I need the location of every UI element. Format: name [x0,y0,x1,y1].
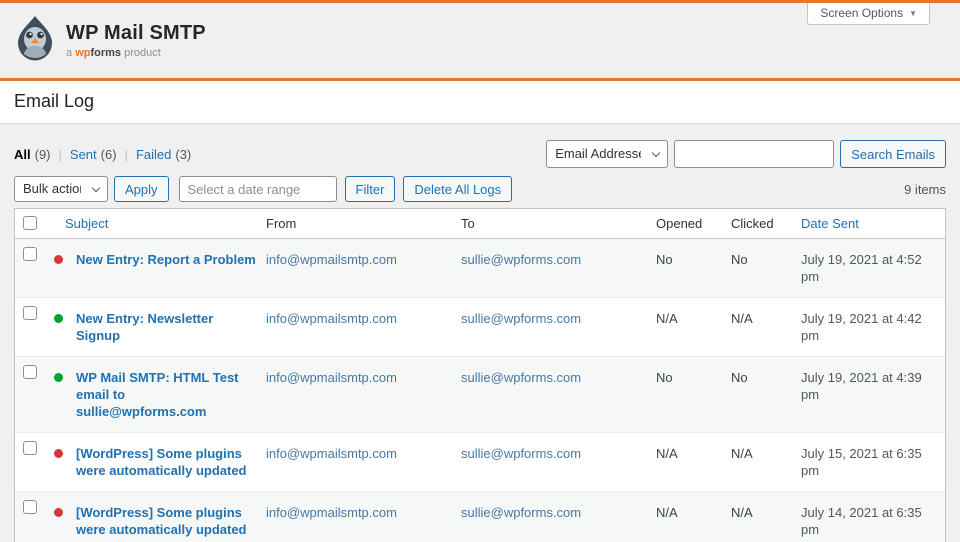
search-emails-button[interactable]: Search Emails [840,140,946,168]
from-email: info@wpmailsmtp.com [266,357,461,433]
from-email: info@wpmailsmtp.com [266,433,461,492]
filter-button[interactable]: Filter [345,176,396,202]
date-sent-value: July 14, 2021 at 6:35 pm [801,492,945,542]
page-title-bar: Email Log [0,81,960,124]
opened-value: No [656,239,731,298]
sort-subject-header[interactable]: Subject [65,216,108,231]
view-failed-count: (3) [175,147,191,162]
opened-value: N/A [656,433,731,492]
clicked-header: Clicked [731,209,801,239]
search-input[interactable] [674,140,834,168]
to-email: sullie@wpforms.com [461,239,656,298]
date-sent-value: July 19, 2021 at 4:42 pm [801,298,945,357]
table-row: New Entry: Report a Problem info@wpmails… [15,239,945,298]
table-row: [WordPress] Some plugins were automatica… [15,492,945,542]
chevron-down-icon: ▼ [909,9,917,18]
from-email: info@wpmailsmtp.com [266,298,461,357]
screen-options-button[interactable]: Screen Options ▼ [807,3,930,25]
status-dot-icon [54,373,63,382]
to-email: sullie@wpforms.com [461,433,656,492]
search-box: Email Addresses Search Emails [546,140,946,168]
tagline-wp: wp [75,47,90,59]
opened-value: N/A [656,298,731,357]
tagline-forms: forms [90,47,121,59]
select-all-checkbox[interactable] [23,216,37,230]
opened-header: Opened [656,209,731,239]
view-failed-link[interactable]: Failed [136,147,171,162]
plugin-title: WP Mail SMTP [66,22,206,45]
date-sent-value: July 15, 2021 at 6:35 pm [801,433,945,492]
from-header: From [266,209,461,239]
delete-all-logs-button[interactable]: Delete All Logs [403,176,512,202]
to-email: sullie@wpforms.com [461,298,656,357]
tagline-prefix: a [66,47,72,59]
table-row: New Entry: Newsletter Signup info@wpmail… [15,298,945,357]
view-filter-all: All (9) [14,147,51,162]
from-email: info@wpmailsmtp.com [266,492,461,542]
page-title: Email Log [14,91,946,112]
clicked-value: N/A [731,492,801,542]
clicked-value: N/A [731,433,801,492]
to-header: To [461,209,656,239]
email-subject-link[interactable]: WP Mail SMTP: HTML Test email to sullie@… [76,370,239,419]
status-dot-icon [54,449,63,458]
email-subject-link[interactable]: [WordPress] Some plugins were automatica… [76,505,247,537]
row-checkbox[interactable] [23,365,37,379]
email-subject-link[interactable]: New Entry: Report a Problem [76,252,256,267]
status-dot-icon [54,255,63,264]
email-log-table: Subject From To Opened Clicked Date Sent… [14,208,946,542]
screen-options-label: Screen Options [820,6,903,20]
table-row: WP Mail SMTP: HTML Test email to sullie@… [15,357,945,433]
clicked-value: No [731,357,801,433]
row-checkbox[interactable] [23,247,37,261]
date-sent-value: July 19, 2021 at 4:52 pm [801,239,945,298]
table-header-row: Subject From To Opened Clicked Date Sent [15,209,945,239]
row-checkbox[interactable] [23,441,37,455]
to-email: sullie@wpforms.com [461,357,656,433]
items-count: 9 items [904,182,946,197]
view-sent-count: (6) [101,147,117,162]
bulk-actions-toolbar: Bulk actions Apply Filter Delete All Log… [14,176,512,202]
opened-value: No [656,357,731,433]
status-dot-icon [54,314,63,323]
status-dot-icon [54,508,63,517]
from-email: info@wpmailsmtp.com [266,239,461,298]
search-mode-select[interactable]: Email Addresses [546,140,668,168]
clicked-value: N/A [731,298,801,357]
view-filter-sent: Sent (6) [51,147,117,162]
clicked-value: No [731,239,801,298]
view-filters: All (9) Sent (6) Failed (3) [14,147,191,162]
table-row: [WordPress] Some plugins were automatica… [15,433,945,492]
apply-button[interactable]: Apply [114,176,169,202]
to-email: sullie@wpforms.com [461,492,656,542]
view-all-count: (9) [35,147,51,162]
tagline-suffix: product [124,47,161,59]
plugin-tagline: a wpforms product [66,47,206,59]
opened-value: N/A [656,492,731,542]
date-range-input[interactable] [179,176,337,202]
sort-date-sent-header[interactable]: Date Sent [801,216,859,231]
email-subject-link[interactable]: [WordPress] Some plugins were automatica… [76,446,247,478]
email-subject-link[interactable]: New Entry: Newsletter Signup [76,311,213,343]
bulk-actions-select[interactable]: Bulk actions [14,176,108,202]
email-log-tbody: New Entry: Report a Problem info@wpmails… [15,239,945,542]
date-sent-value: July 19, 2021 at 4:39 pm [801,357,945,433]
row-checkbox[interactable] [23,500,37,514]
pigeon-logo-icon [14,15,56,66]
view-filter-failed: Failed (3) [117,147,192,162]
row-checkbox[interactable] [23,306,37,320]
view-sent-link[interactable]: Sent [70,147,97,162]
view-all-link[interactable]: All [14,147,31,162]
